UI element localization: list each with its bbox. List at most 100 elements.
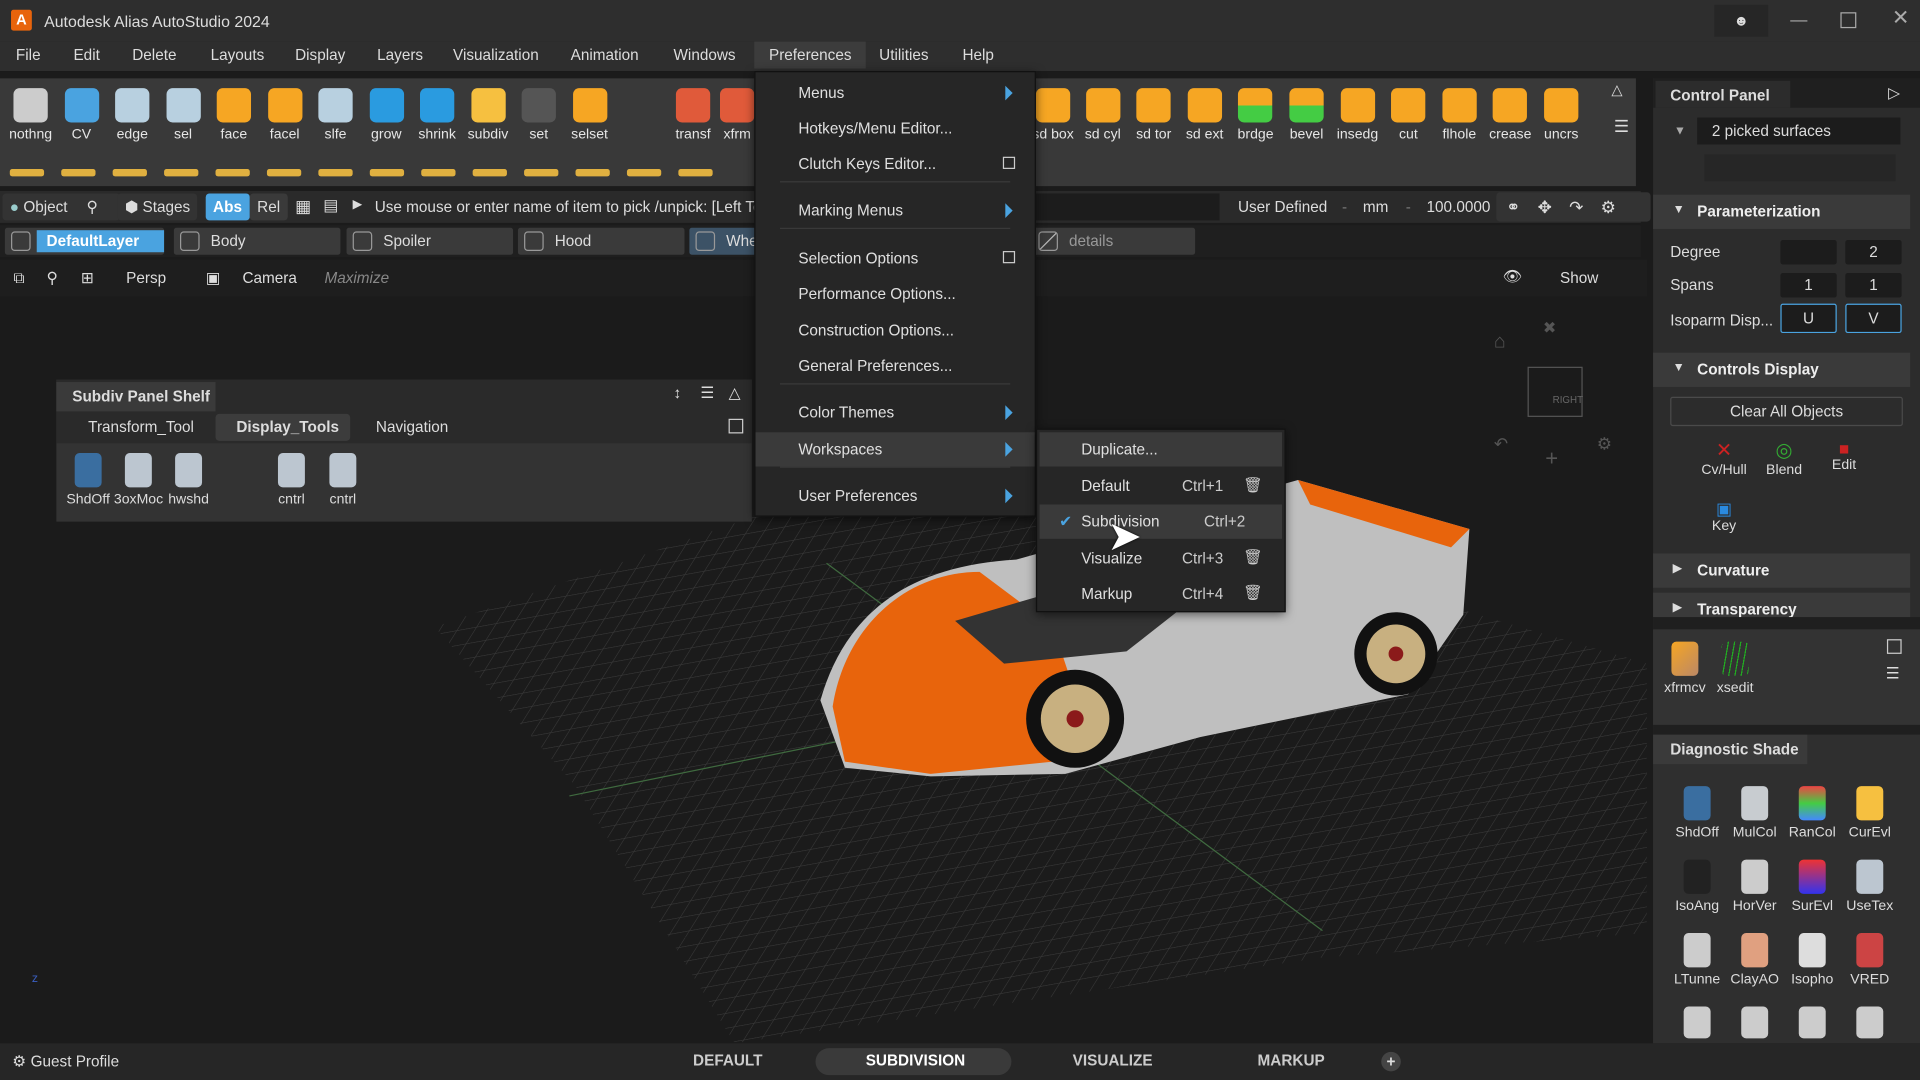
menu-edit[interactable]: Edit — [73, 47, 99, 64]
workspace-tab-subdivision[interactable]: SUBDIVISION — [866, 1052, 966, 1069]
toolbar-menu-icon[interactable]: ☰ — [1614, 116, 1629, 137]
stages-button[interactable]: ⬢ Stages — [117, 193, 198, 221]
rel-toggle[interactable]: Rel — [249, 193, 288, 221]
diag-CurEvl[interactable]: CurEvl — [1843, 786, 1897, 840]
degree-u-field[interactable] — [1780, 240, 1837, 265]
menu-layers[interactable]: Layers — [377, 47, 423, 64]
tool-selset[interactable]: selset — [565, 78, 614, 142]
diag-more-icon[interactable] — [1798, 1006, 1826, 1039]
add-workspace-button[interactable]: + — [1381, 1051, 1401, 1072]
tool-subdiv[interactable]: subdiv — [463, 78, 512, 142]
object-pick-button[interactable]: ● Object ⚲ — [2, 193, 121, 221]
menu-item-construction-options[interactable]: Construction Options... — [756, 313, 1035, 347]
shelf-tool-cntrl[interactable]: cntrl — [267, 453, 316, 507]
section-transparency[interactable]: ▶ Transparency — [1653, 592, 1911, 618]
workspace-tab-default[interactable]: DEFAULT — [693, 1052, 762, 1069]
snap-grid-icon[interactable]: ✥ — [1538, 197, 1570, 217]
tool-face[interactable]: face — [209, 78, 258, 142]
menu-item-user-preferences[interactable]: User Preferences — [756, 479, 1035, 513]
persp-view[interactable]: Persp — [126, 269, 166, 286]
toolbar-row2-icon[interactable] — [215, 168, 250, 177]
minimize-button[interactable]: — — [1790, 10, 1807, 30]
toolbar-row2-icon[interactable] — [524, 168, 559, 177]
clear-all-objects-button[interactable]: Clear All Objects — [1670, 396, 1903, 427]
tolerance-value[interactable]: 100.0000 — [1427, 198, 1491, 215]
workspace-item-markup[interactable]: Markup Ctrl+4 🗑 — [1040, 577, 1282, 611]
trash-icon[interactable]: 🗑 — [1243, 584, 1262, 602]
popout-icon[interactable]: ⧉ — [13, 269, 24, 287]
tool-nothng[interactable]: nothng — [6, 78, 55, 142]
tool-CV[interactable]: CV — [57, 78, 106, 142]
spans-v-field[interactable]: 1 — [1845, 273, 1902, 298]
shelf-tool-hwshd[interactable]: hwshd — [164, 453, 213, 507]
trash-icon[interactable]: 🗑 — [1243, 548, 1262, 566]
section-controls-display[interactable]: ▼ Controls Display — [1653, 352, 1911, 387]
maximize-view[interactable]: Maximize — [324, 269, 389, 286]
command-input[interactable] — [1035, 193, 1220, 221]
collapse-icon[interactable]: △ — [729, 383, 741, 401]
layout-icon[interactable]: ⊞ — [81, 268, 94, 286]
layer-default[interactable]: DefaultLayer — [4, 227, 165, 255]
tool-brdge[interactable]: brdge — [1231, 78, 1280, 142]
tool-crease[interactable]: crease — [1486, 78, 1535, 142]
tool-sd-ext[interactable]: sd ext — [1180, 78, 1229, 142]
toolbar-row2-icon[interactable] — [575, 168, 610, 177]
tool-transf[interactable]: transf — [669, 78, 718, 142]
layer-hood[interactable]: Hood — [517, 227, 685, 255]
menu-utilities[interactable]: Utilities — [879, 47, 928, 64]
settings-icon[interactable]: ⚙ — [1597, 433, 1612, 453]
view-cube[interactable]: RIGHT — [1527, 366, 1583, 417]
menu-animation[interactable]: Animation — [571, 47, 639, 64]
add-icon[interactable]: + — [1545, 445, 1558, 470]
gear-icon[interactable]: ⚙ — [12, 1052, 26, 1070]
layer-details[interactable]: details — [1032, 227, 1196, 255]
menu-item-hotkeys-menu-editor[interactable]: Hotkeys/Menu Editor... — [756, 111, 1035, 145]
grid-icon[interactable]: ▦ — [295, 196, 311, 217]
workspace-item-default[interactable]: Default Ctrl+1 🗑 — [1040, 468, 1282, 502]
units-mode[interactable]: User Defined — [1238, 198, 1327, 215]
section-parameterization[interactable]: ▼ Parameterization — [1653, 194, 1911, 229]
menu-file[interactable]: File — [16, 47, 41, 64]
show-button[interactable]: Show — [1560, 269, 1598, 286]
workspace-item-visualize[interactable]: Visualize Ctrl+3 🗑 — [1040, 541, 1282, 575]
shelf-tool-cntrl[interactable]: cntrl — [318, 453, 367, 507]
toolbar-row2-icon[interactable] — [369, 168, 405, 177]
snap-point-icon[interactable]: ⚭ — [1506, 197, 1538, 217]
tab-navigation[interactable]: Navigation — [376, 419, 448, 436]
isoparm-u-toggle[interactable]: U — [1780, 303, 1837, 334]
profile-icon[interactable]: ☻ — [1714, 4, 1769, 37]
layer-checkbox[interactable] — [11, 231, 31, 252]
diag-MulCol[interactable]: MulCol — [1728, 786, 1782, 840]
layer-checkbox[interactable] — [1038, 231, 1058, 252]
toolbar-row2-icon[interactable] — [9, 168, 45, 177]
option-box-icon[interactable] — [1002, 156, 1016, 169]
shelf-options-icon[interactable] — [1886, 639, 1902, 654]
tool-bevel[interactable]: bevel — [1282, 78, 1331, 142]
search-icon[interactable]: ⚲ — [87, 198, 98, 215]
diag-VRED[interactable]: VRED — [1843, 933, 1897, 987]
close-button[interactable]: ✕ — [1892, 6, 1909, 30]
tool-slfe[interactable]: slfe — [311, 78, 360, 142]
toolbar-row2-icon[interactable] — [626, 168, 662, 177]
menu-item-color-themes[interactable]: Color Themes — [756, 396, 1035, 430]
tool-set[interactable]: set — [514, 78, 563, 142]
layer-checkbox[interactable] — [352, 231, 373, 252]
edit-toggle[interactable]: ■ Edit — [1817, 438, 1871, 472]
diag-more-icon[interactable] — [1856, 1006, 1884, 1039]
panel-expand-icon[interactable]: ▷ — [1888, 83, 1900, 101]
tool-flhole[interactable]: flhole — [1435, 78, 1484, 142]
layer-checkbox[interactable] — [695, 231, 716, 252]
workspace-item-subdivision[interactable]: ✔ Subdivision Ctrl+2 — [1039, 504, 1283, 539]
spans-u-field[interactable]: 1 — [1780, 273, 1837, 298]
snap-curve-icon[interactable]: ↷ — [1569, 197, 1601, 217]
toolbar-row2-icon[interactable] — [421, 168, 456, 177]
tool-sd-cyl[interactable]: sd cyl — [1078, 78, 1127, 142]
abs-toggle[interactable]: Abs — [205, 193, 250, 221]
menu-item-marking-menus[interactable]: Marking Menus — [756, 193, 1035, 227]
tool-uncrs[interactable]: uncrs — [1537, 78, 1586, 142]
menu-windows[interactable]: Windows — [673, 47, 735, 64]
tool-sd-tor[interactable]: sd tor — [1129, 78, 1178, 142]
tool-facel[interactable]: facel — [260, 78, 309, 142]
picked-objects-field[interactable]: 2 picked surfaces — [1697, 117, 1901, 145]
toolbar-row2-icon[interactable] — [112, 168, 147, 177]
